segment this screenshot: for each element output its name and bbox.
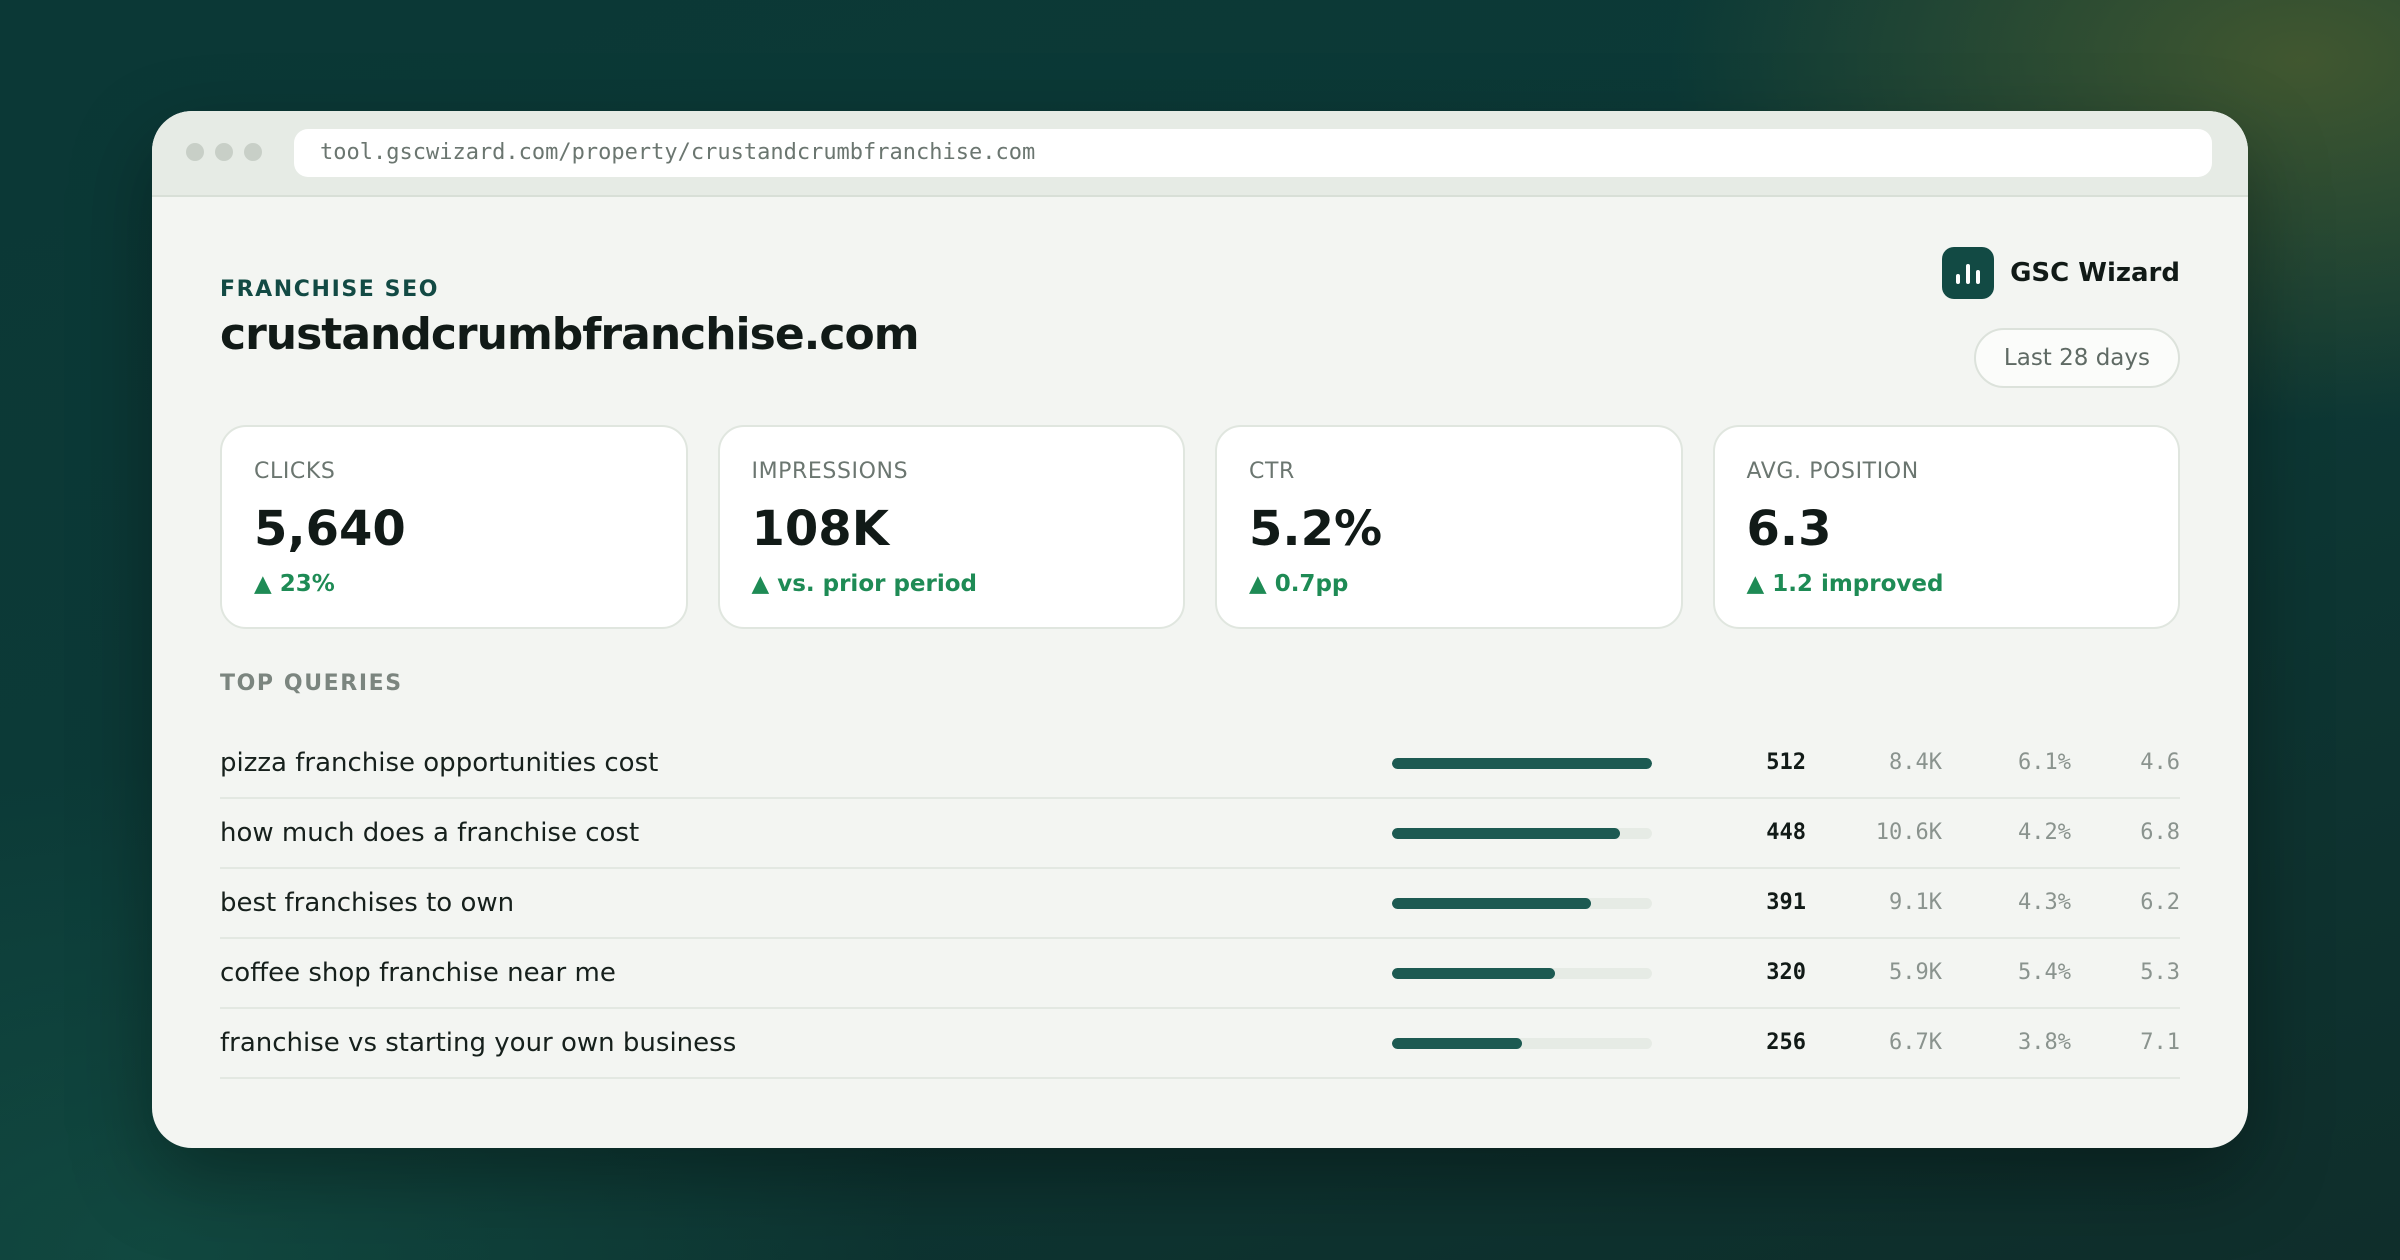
query-bar-fill: [1392, 968, 1555, 979]
metric-delta: ▲ 1.2 improved: [1746, 571, 1944, 597]
query-ctr: 4.2%: [2018, 820, 2071, 845]
metric-value: 5,640: [254, 501, 406, 557]
query-clicks: 512: [1766, 750, 1806, 775]
window-dot-maximize[interactable]: [244, 143, 262, 161]
query-position: 6.2: [2140, 890, 2180, 915]
page-title: crustandcrumbfranchise.com: [220, 309, 920, 360]
query-position: 5.3: [2140, 960, 2180, 985]
query-ctr: 4.3%: [2018, 890, 2071, 915]
query-impressions: 9.1K: [1889, 890, 1942, 915]
query-ctr: 3.8%: [2018, 1030, 2071, 1055]
query-ctr: 6.1%: [2018, 750, 2071, 775]
query-text: franchise vs starting your own business: [220, 1028, 737, 1058]
query-position: 4.6: [2140, 750, 2180, 775]
query-bar-fill: [1392, 898, 1591, 909]
metric-cards: CLICKS 5,640 ▲ 23% IMPRESSIONS 108K ▲ vs…: [220, 425, 2180, 629]
metric-card-ctr: CTR 5.2% ▲ 0.7pp: [1215, 425, 1683, 629]
query-bar-track: [1392, 758, 1652, 769]
query-clicks: 320: [1766, 960, 1806, 985]
query-clicks: 256: [1766, 1030, 1806, 1055]
query-row[interactable]: best franchises to own 391 9.1K 4.3% 6.2: [220, 869, 2180, 939]
date-range-selector[interactable]: Last 28 days: [1973, 328, 2180, 388]
metric-card-avg-position: AVG. POSITION 6.3 ▲ 1.2 improved: [1712, 425, 2180, 629]
query-bar-fill: [1392, 828, 1620, 839]
query-row[interactable]: coffee shop franchise near me 320 5.9K 5…: [220, 939, 2180, 1009]
query-bar-track: [1392, 968, 1652, 979]
query-bar-track: [1392, 828, 1652, 839]
query-bar-track: [1392, 1038, 1652, 1049]
metric-delta: ▲ vs. prior period: [751, 571, 978, 597]
address-bar[interactable]: tool.gscwizard.com/property/crustandcrum…: [294, 129, 2212, 177]
query-bar-fill: [1392, 758, 1652, 769]
query-position: 6.8: [2140, 820, 2180, 845]
metric-label: IMPRESSIONS: [751, 459, 909, 484]
query-position: 7.1: [2140, 1030, 2180, 1055]
metric-label: AVG. POSITION: [1746, 459, 1919, 484]
brand: GSC Wizard: [1942, 247, 2180, 299]
query-impressions: 8.4K: [1889, 750, 1942, 775]
window-dot-minimize[interactable]: [215, 143, 233, 161]
query-row[interactable]: pizza franchise opportunities cost 512 8…: [220, 729, 2180, 799]
query-bar-track: [1392, 898, 1652, 909]
query-bar-fill: [1392, 1038, 1522, 1049]
metric-card-impressions: IMPRESSIONS 108K ▲ vs. prior period: [717, 425, 1185, 629]
query-impressions: 5.9K: [1889, 960, 1942, 985]
browser-window: tool.gscwizard.com/property/crustandcrum…: [152, 111, 2248, 1148]
metric-value: 5.2%: [1249, 501, 1383, 557]
bar-chart-icon: [1942, 247, 1995, 299]
query-clicks: 448: [1766, 820, 1806, 845]
metric-delta: ▲ 0.7pp: [1249, 571, 1349, 597]
query-text: coffee shop franchise near me: [220, 958, 616, 988]
query-row[interactable]: franchise vs starting your own business …: [220, 1009, 2180, 1079]
query-text: pizza franchise opportunities cost: [220, 748, 659, 778]
query-row[interactable]: how much does a franchise cost 448 10.6K…: [220, 799, 2180, 869]
top-queries-heading: TOP QUERIES: [220, 671, 403, 696]
metric-label: CLICKS: [254, 459, 336, 484]
browser-chrome: tool.gscwizard.com/property/crustandcrum…: [152, 111, 2248, 197]
metric-value: 108K: [751, 501, 889, 557]
metric-card-clicks: CLICKS 5,640 ▲ 23%: [220, 425, 688, 629]
metric-value: 6.3: [1746, 501, 1832, 557]
query-text: best franchises to own: [220, 888, 515, 918]
page-eyebrow: FRANCHISE SEO: [220, 277, 440, 302]
metric-label: CTR: [1249, 459, 1295, 484]
window-controls: [186, 143, 262, 161]
top-queries-list: pizza franchise opportunities cost 512 8…: [220, 729, 2180, 1079]
metric-delta: ▲ 23%: [254, 571, 335, 597]
query-impressions: 6.7K: [1889, 1030, 1942, 1055]
query-clicks: 391: [1766, 890, 1806, 915]
query-impressions: 10.6K: [1875, 820, 1942, 845]
brand-name: GSC Wizard: [2010, 258, 2180, 288]
window-dot-close[interactable]: [186, 143, 204, 161]
query-text: how much does a franchise cost: [220, 818, 640, 848]
query-ctr: 5.4%: [2018, 960, 2071, 985]
